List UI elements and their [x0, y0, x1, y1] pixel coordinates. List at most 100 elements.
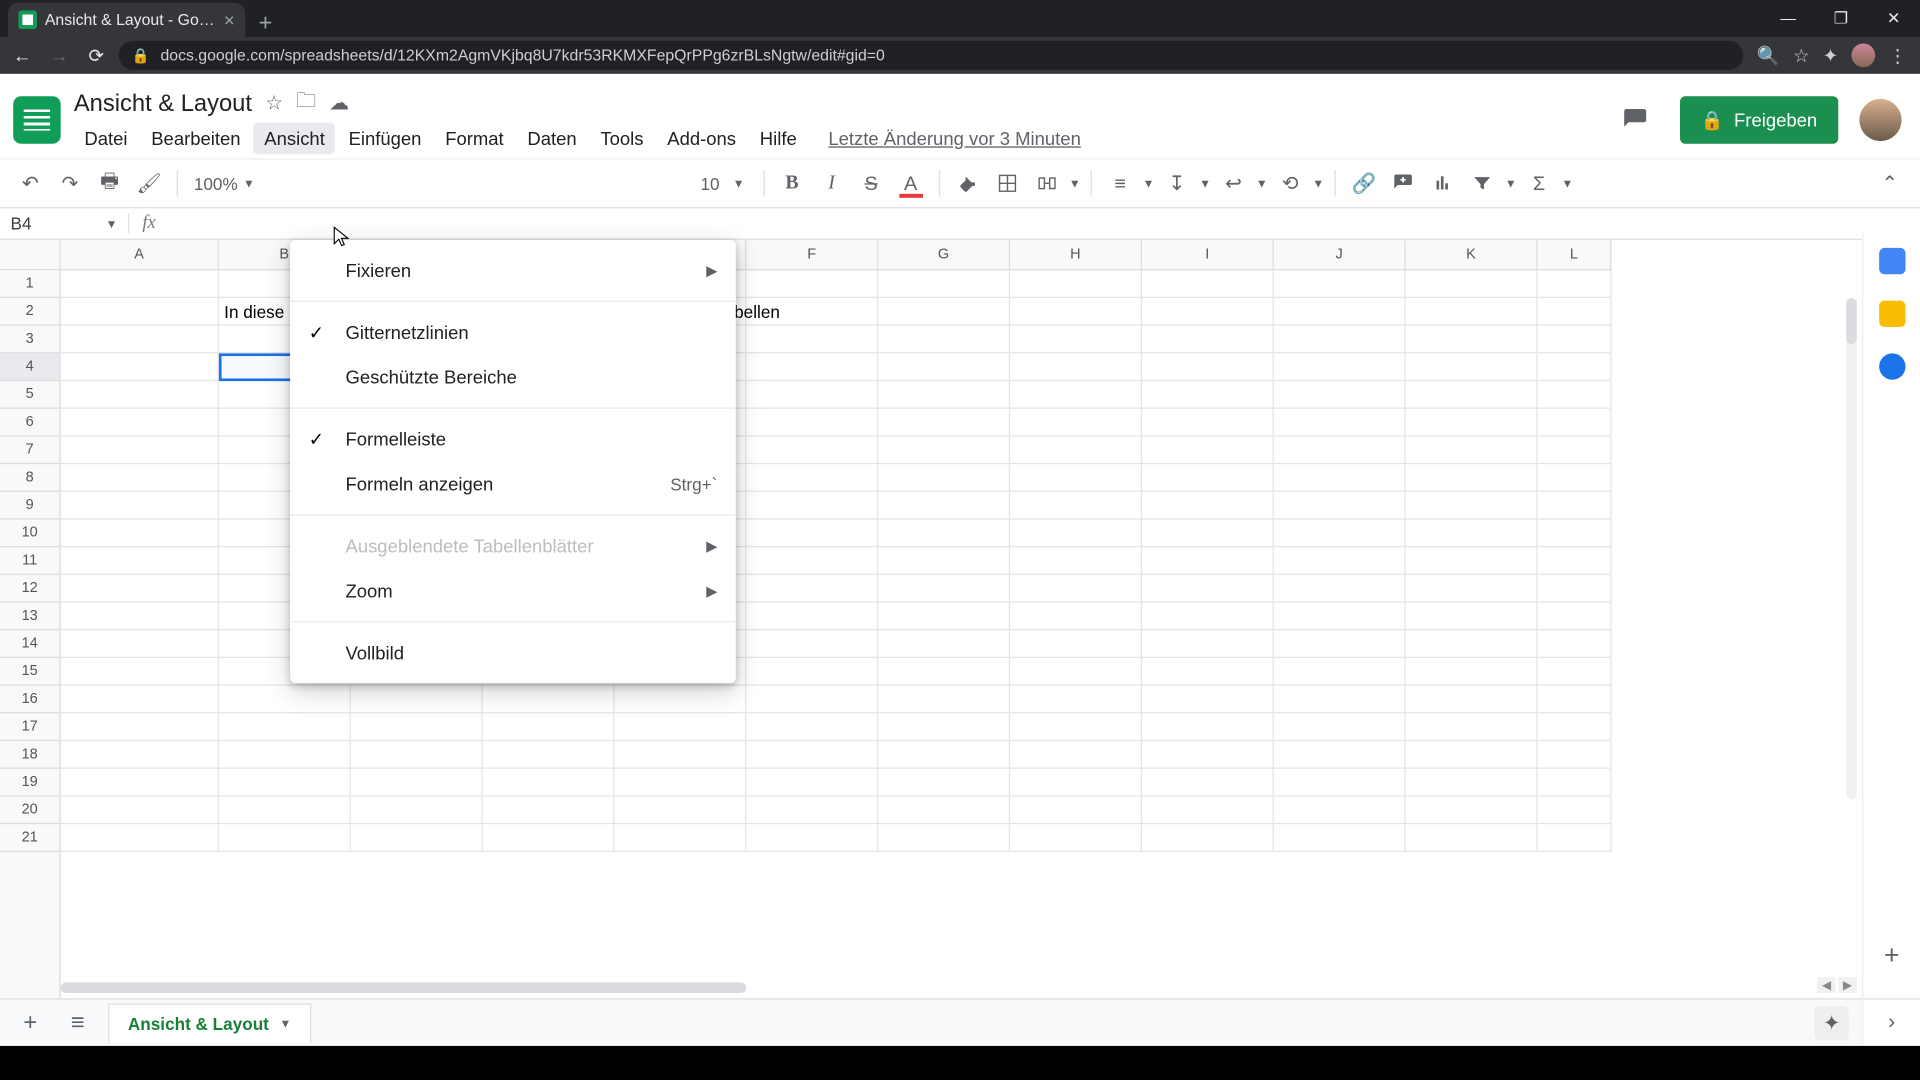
menu-item-geschützte-bereiche[interactable]: Geschützte Bereiche: [290, 355, 736, 400]
cell[interactable]: [1406, 630, 1538, 658]
cell[interactable]: [1142, 381, 1274, 409]
cell[interactable]: [1142, 824, 1274, 852]
cell[interactable]: [878, 741, 1010, 769]
cell[interactable]: [746, 630, 878, 658]
cell[interactable]: [1538, 824, 1612, 852]
cell[interactable]: [878, 547, 1010, 575]
cell[interactable]: [1538, 381, 1612, 409]
cell[interactable]: [746, 381, 878, 409]
column-header[interactable]: F: [746, 240, 878, 269]
cell[interactable]: [61, 436, 219, 464]
cell[interactable]: [746, 520, 878, 548]
row-header[interactable]: 5: [0, 381, 59, 409]
cell[interactable]: [1142, 575, 1274, 603]
row-header[interactable]: 21: [0, 824, 59, 852]
cell[interactable]: [1538, 298, 1612, 326]
cell[interactable]: [1406, 492, 1538, 520]
cell[interactable]: [878, 824, 1010, 852]
close-tab-icon[interactable]: ×: [224, 9, 235, 30]
last-edit-link[interactable]: Letzte Änderung vor 3 Minuten: [828, 127, 1080, 148]
cell[interactable]: [878, 686, 1010, 714]
cell[interactable]: [351, 713, 483, 741]
cell[interactable]: [1010, 353, 1142, 381]
cell[interactable]: [1538, 658, 1612, 686]
menu-ansicht[interactable]: Ansicht: [254, 122, 336, 154]
filter-button[interactable]: [1465, 166, 1499, 200]
cell[interactable]: [1010, 796, 1142, 824]
cell[interactable]: [61, 603, 219, 631]
cell[interactable]: [1142, 630, 1274, 658]
cell[interactable]: [746, 603, 878, 631]
cell[interactable]: [219, 824, 351, 852]
cell[interactable]: [746, 686, 878, 714]
cell[interactable]: [219, 769, 351, 797]
cell[interactable]: [1010, 436, 1142, 464]
cell[interactable]: [1142, 353, 1274, 381]
cell[interactable]: [1010, 326, 1142, 354]
cell[interactable]: [61, 547, 219, 575]
menu-item-formeln-anzeigen[interactable]: Formeln anzeigenStrg+`: [290, 462, 736, 507]
merge-cells-button[interactable]: [1029, 166, 1063, 200]
insert-comment-button[interactable]: [1386, 166, 1420, 200]
cell[interactable]: [351, 741, 483, 769]
row-header[interactable]: 14: [0, 630, 59, 658]
cell[interactable]: [746, 464, 878, 492]
row-header[interactable]: 19: [0, 769, 59, 797]
cell[interactable]: [219, 796, 351, 824]
window-maximize-icon[interactable]: ❐: [1815, 0, 1868, 37]
cell[interactable]: [1274, 270, 1406, 298]
keep-icon[interactable]: [1878, 301, 1904, 327]
row-headers[interactable]: 123456789101112131415161718192021: [0, 270, 61, 1008]
cell[interactable]: [746, 741, 878, 769]
cell[interactable]: [61, 713, 219, 741]
menu-item-gitternetzlinien[interactable]: ✓Gitternetzlinien: [290, 310, 736, 355]
profile-avatar-icon[interactable]: [1851, 44, 1875, 68]
insert-chart-button[interactable]: [1426, 166, 1460, 200]
column-header[interactable]: A: [61, 240, 219, 269]
cell[interactable]: [1274, 824, 1406, 852]
borders-button[interactable]: [990, 166, 1024, 200]
cell[interactable]: [1274, 575, 1406, 603]
cell[interactable]: [1010, 603, 1142, 631]
cell[interactable]: [746, 796, 878, 824]
cell[interactable]: [1010, 741, 1142, 769]
text-rotation-button[interactable]: ⟲: [1273, 166, 1307, 200]
cell[interactable]: [1274, 630, 1406, 658]
cell[interactable]: [1406, 796, 1538, 824]
extensions-icon[interactable]: ✦: [1823, 44, 1838, 66]
row-header[interactable]: 4: [0, 353, 59, 381]
cell[interactable]: [1274, 769, 1406, 797]
cell[interactable]: [1142, 713, 1274, 741]
address-bar[interactable]: 🔒 docs.google.com/spreadsheets/d/12KXm2A…: [119, 41, 1744, 70]
cell[interactable]: [615, 713, 747, 741]
move-icon[interactable]: 🗀: [296, 86, 316, 119]
sheets-logo-icon[interactable]: [13, 96, 60, 143]
window-minimize-icon[interactable]: —: [1762, 0, 1815, 37]
bold-button[interactable]: B: [775, 166, 809, 200]
add-addon-icon[interactable]: +: [1884, 942, 1899, 972]
cell[interactable]: [746, 713, 878, 741]
cell[interactable]: [1142, 326, 1274, 354]
cell[interactable]: [1406, 658, 1538, 686]
calendar-icon[interactable]: [1878, 248, 1904, 274]
cell[interactable]: [1538, 796, 1612, 824]
forward-button[interactable]: →: [45, 41, 74, 70]
cell[interactable]: [1274, 353, 1406, 381]
cell[interactable]: [1274, 464, 1406, 492]
cell[interactable]: [1538, 353, 1612, 381]
menu-item-fixieren[interactable]: Fixieren▶: [290, 248, 736, 293]
fill-color-button[interactable]: [950, 166, 984, 200]
menu-item-vollbild[interactable]: Vollbild: [290, 630, 736, 675]
cell[interactable]: [1406, 464, 1538, 492]
cell[interactable]: [219, 713, 351, 741]
cell[interactable]: [1538, 603, 1612, 631]
cell[interactable]: [61, 769, 219, 797]
cell[interactable]: [878, 464, 1010, 492]
cell[interactable]: [483, 741, 615, 769]
cell[interactable]: [1406, 575, 1538, 603]
cell[interactable]: [61, 796, 219, 824]
row-header[interactable]: 17: [0, 713, 59, 741]
menu-hilfe[interactable]: Hilfe: [749, 122, 807, 154]
font-size-input[interactable]: 10 ▼: [693, 173, 753, 193]
column-header[interactable]: J: [1274, 240, 1406, 269]
